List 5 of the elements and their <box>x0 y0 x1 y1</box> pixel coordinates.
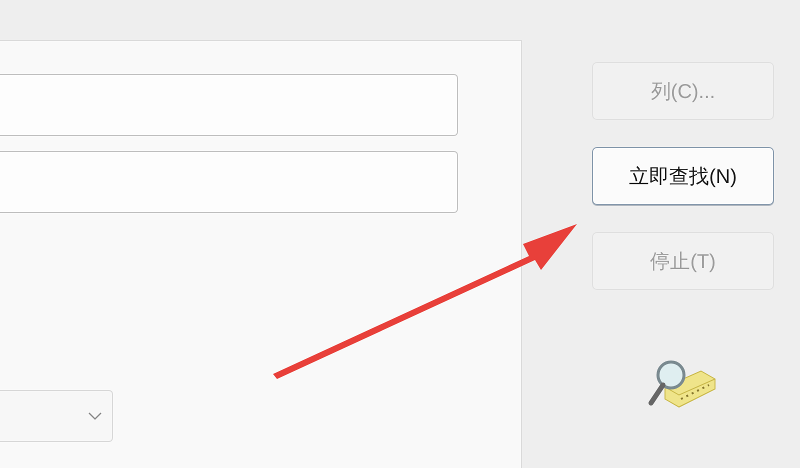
chevron-icon <box>88 412 102 420</box>
action-button[interactable]: 立即查找(N) <box>592 147 774 205</box>
text-field[interactable] <box>0 151 458 213</box>
text-field[interactable] <box>0 74 458 136</box>
dropdown[interactable] <box>0 390 113 442</box>
